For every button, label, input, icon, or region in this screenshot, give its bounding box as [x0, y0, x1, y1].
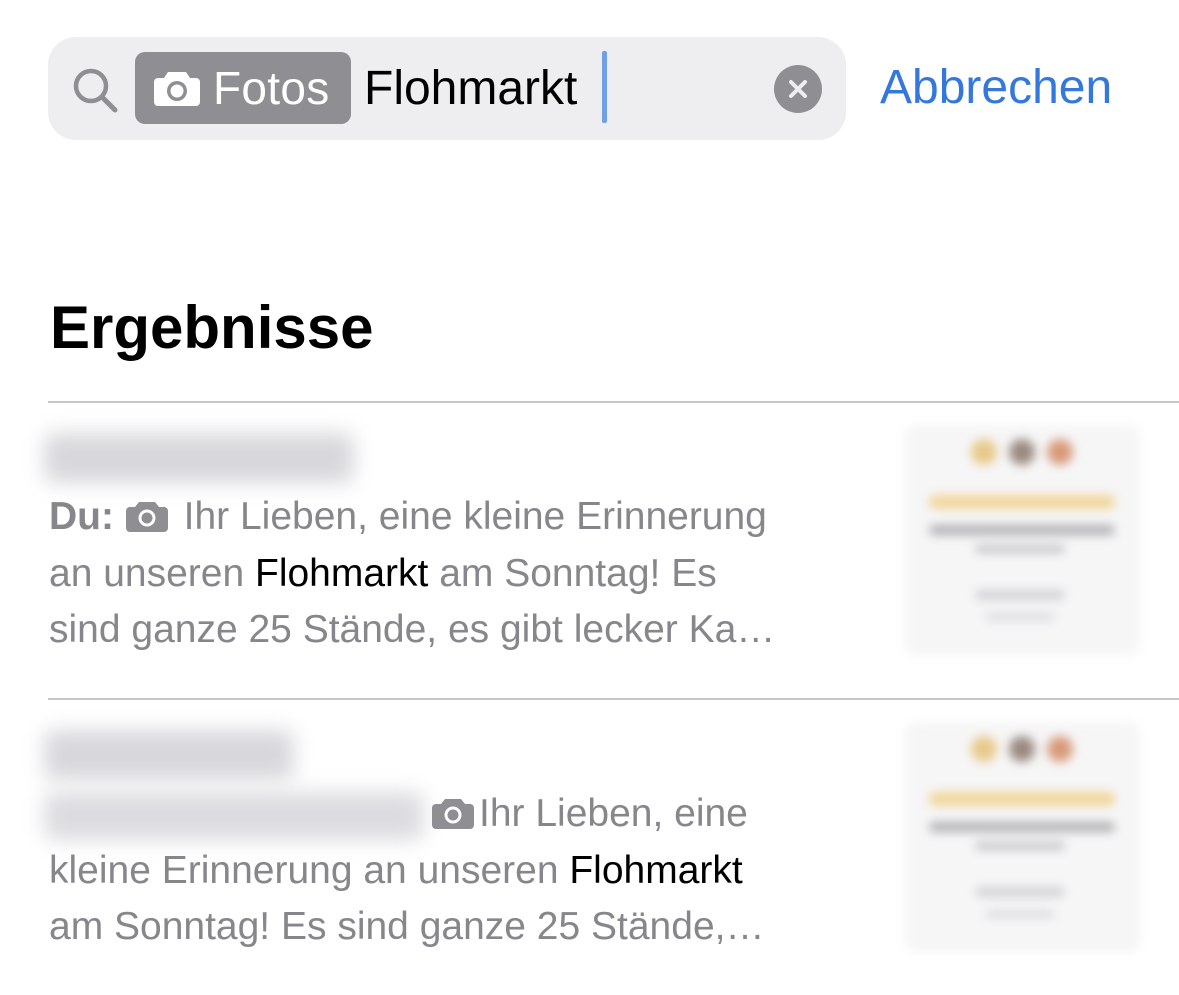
thumbnail-detail	[975, 590, 1065, 600]
search-field[interactable]: Fotos Flohmarkt	[48, 37, 846, 140]
search-input[interactable]: Flohmarkt	[364, 61, 577, 117]
redacted-contact-name	[44, 433, 354, 483]
redacted-group-name	[44, 730, 294, 780]
snippet-text: am Sonntag! Es	[428, 551, 717, 595]
snippet-text: am Sonntag! Es sind ganze 25 Stände,…	[49, 905, 765, 948]
scope-token-photos[interactable]: Fotos	[135, 52, 351, 124]
photo-thumbnail[interactable]	[905, 722, 1140, 952]
thumbnail-detail	[975, 842, 1065, 850]
thumbnail-detail	[1047, 439, 1073, 465]
thumbnail-detail	[1047, 736, 1073, 762]
thumbnail-detail	[1009, 439, 1035, 465]
thumbnail-detail	[929, 792, 1115, 806]
thumbnail-detail	[975, 887, 1065, 897]
snippet-text: sind ganze 25 Stände, es gibt lecker Ka…	[49, 608, 776, 651]
thumbnail-detail	[929, 525, 1115, 535]
camera-icon	[432, 799, 474, 829]
message-snippet: Du: Ihr Lieben, eine kleine Erinnerung a…	[49, 489, 869, 659]
photo-thumbnail[interactable]	[905, 425, 1140, 655]
search-highlight: Flohmarkt	[255, 551, 429, 595]
clear-search-button[interactable]	[774, 65, 822, 113]
snippet-text: kleine Erinnerung an unseren	[49, 848, 570, 892]
thumbnail-detail	[929, 495, 1115, 509]
snippet-text: Ihr Lieben, eine	[479, 792, 748, 835]
sender-prefix: Du:	[49, 495, 125, 538]
search-result-row[interactable]: Ihr Lieben, eine kleine Erinnerung an un…	[0, 700, 1179, 995]
scope-token-label: Fotos	[213, 62, 330, 114]
thumbnail-detail	[1009, 736, 1035, 762]
search-icon	[73, 68, 118, 113]
cancel-button[interactable]: Abbrechen	[880, 58, 1112, 118]
snippet-text: an unseren	[49, 551, 255, 595]
camera-icon	[125, 502, 168, 532]
thumbnail-detail	[985, 613, 1055, 621]
snippet-line-1: Ihr Lieben, eine kleine Erinnerung	[172, 495, 767, 538]
section-title: Ergebnisse	[50, 294, 374, 361]
thumbnail-detail	[929, 822, 1115, 832]
thumbnail-detail	[985, 910, 1055, 918]
thumbnail-detail	[975, 545, 1065, 553]
search-highlight: Flohmarkt	[569, 848, 743, 892]
text-caret	[602, 51, 607, 123]
thumbnail-detail	[971, 439, 997, 465]
message-snippet: Ihr Lieben, eine kleine Erinnerung an un…	[49, 786, 869, 956]
clear-icon	[789, 80, 807, 98]
search-result-row[interactable]: Du: Ihr Lieben, eine kleine Erinnerung a…	[0, 403, 1179, 698]
camera-icon	[154, 72, 200, 106]
thumbnail-detail	[971, 736, 997, 762]
